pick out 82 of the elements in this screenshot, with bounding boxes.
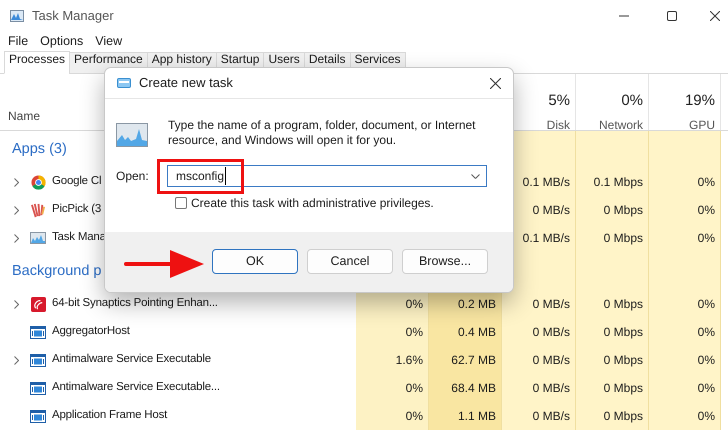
stripes-icon <box>30 202 46 218</box>
process-name: 64-bit Synaptics Pointing Enhan... <box>52 296 218 312</box>
chart-icon <box>30 232 46 244</box>
close-icon[interactable] <box>710 11 720 21</box>
table-cell: 0% <box>649 224 721 252</box>
table-cell: 0 Mbps <box>576 290 649 318</box>
chevron-right-icon[interactable] <box>14 300 18 308</box>
table-cell: 0 MB/s <box>502 374 576 402</box>
table-cell: 0% <box>649 318 721 346</box>
table-cell: 0% <box>649 402 721 430</box>
tab[interactable]: Processes <box>4 51 70 74</box>
process-name: AggregatorHost <box>52 324 130 340</box>
dialog-message: Type the name of a program, folder, document, or Internet resource, and Windows will open it for you. <box>168 118 477 148</box>
dialog-button[interactable]: OK <box>212 248 298 274</box>
table-cell: 0 MB/s <box>502 290 576 318</box>
arrow-icon <box>124 250 204 278</box>
table-cell: 0 MB/s <box>502 402 576 430</box>
field-label: Open: <box>116 168 150 185</box>
column-header[interactable]: GPU <box>688 116 715 134</box>
table-cell: 0 Mbps <box>576 374 649 402</box>
close-icon[interactable] <box>490 78 501 88</box>
chevron-right-icon[interactable] <box>14 178 18 186</box>
checkbox-label: Create this task with administrative privileges. <box>191 195 434 212</box>
process-name: Application Frame Host <box>52 408 168 424</box>
dialog-button[interactable]: Cancel <box>307 248 393 274</box>
table-cell: 0% <box>356 402 429 430</box>
process-name: Antimalware Service Executable... <box>52 380 220 396</box>
field-value: msconfig <box>176 167 226 185</box>
service-icon <box>30 382 46 394</box>
table-cell: 0.4 MB <box>429 318 502 346</box>
chevron-down-icon[interactable] <box>471 174 480 178</box>
table-cell: 0 Mbps <box>576 318 649 346</box>
table-cell: 0% <box>649 168 721 196</box>
column-header[interactable]: Network <box>598 116 643 134</box>
column-percent: 0% <box>621 91 643 111</box>
group-header: Background p <box>12 262 102 282</box>
table-cell: 0 Mbps <box>576 196 649 224</box>
process-name: Google Cl <box>52 174 102 190</box>
table-cell: 68.4 MB <box>429 374 502 402</box>
table-cell: 0.1 Mbps <box>576 168 649 196</box>
process-name: Antimalware Service Executable <box>52 352 211 368</box>
table-cell: 62.7 MB <box>429 346 502 374</box>
table-cell: 0 MB/s <box>502 318 576 346</box>
table-cell: 0% <box>356 318 429 346</box>
chart-icon <box>116 123 148 147</box>
chevron-right-icon[interactable] <box>14 206 18 214</box>
group-header: Apps (3) <box>12 140 67 160</box>
table-cell: 0% <box>649 374 721 402</box>
synaptics-icon <box>30 296 46 312</box>
service-icon <box>30 326 46 338</box>
table-cell: 1.1 MB <box>429 402 502 430</box>
table-cell <box>649 131 721 168</box>
table-cell: 0% <box>649 196 721 224</box>
combo-box[interactable]: msconfig <box>167 165 487 187</box>
maximize-icon[interactable] <box>667 11 677 21</box>
chevron-right-icon[interactable] <box>14 356 18 364</box>
dialog-title: Create new task <box>139 74 233 92</box>
table-cell: 0% <box>356 374 429 402</box>
table-cell: 0 Mbps <box>576 402 649 430</box>
table-cell: 0 Mbps <box>576 346 649 374</box>
table-cell: 0% <box>649 290 721 318</box>
checkbox[interactable] <box>175 197 187 209</box>
menu-item[interactable]: Options <box>40 32 84 51</box>
process-name: PicPick (3 <box>52 202 102 218</box>
chevron-right-icon[interactable] <box>14 234 18 242</box>
column-percent: 5% <box>548 91 570 111</box>
table-cell: 0 MB/s <box>502 346 576 374</box>
app-icon <box>10 10 24 22</box>
menu-item[interactable]: File <box>8 32 28 51</box>
column-header[interactable]: Name <box>8 107 40 125</box>
service-icon <box>30 354 46 366</box>
column-header[interactable]: Disk <box>546 116 570 134</box>
chrome-icon <box>30 174 46 190</box>
menu-item[interactable]: View <box>95 32 122 51</box>
table-cell: 0% <box>649 346 721 374</box>
window-icon <box>117 78 131 88</box>
table-cell: 0 Mbps <box>576 224 649 252</box>
service-icon <box>30 410 46 422</box>
column-percent: 19% <box>684 91 715 111</box>
table-cell: 1.6% <box>356 346 429 374</box>
dialog-button[interactable]: Browse... <box>402 248 488 274</box>
window-title: Task Manager <box>32 7 114 26</box>
